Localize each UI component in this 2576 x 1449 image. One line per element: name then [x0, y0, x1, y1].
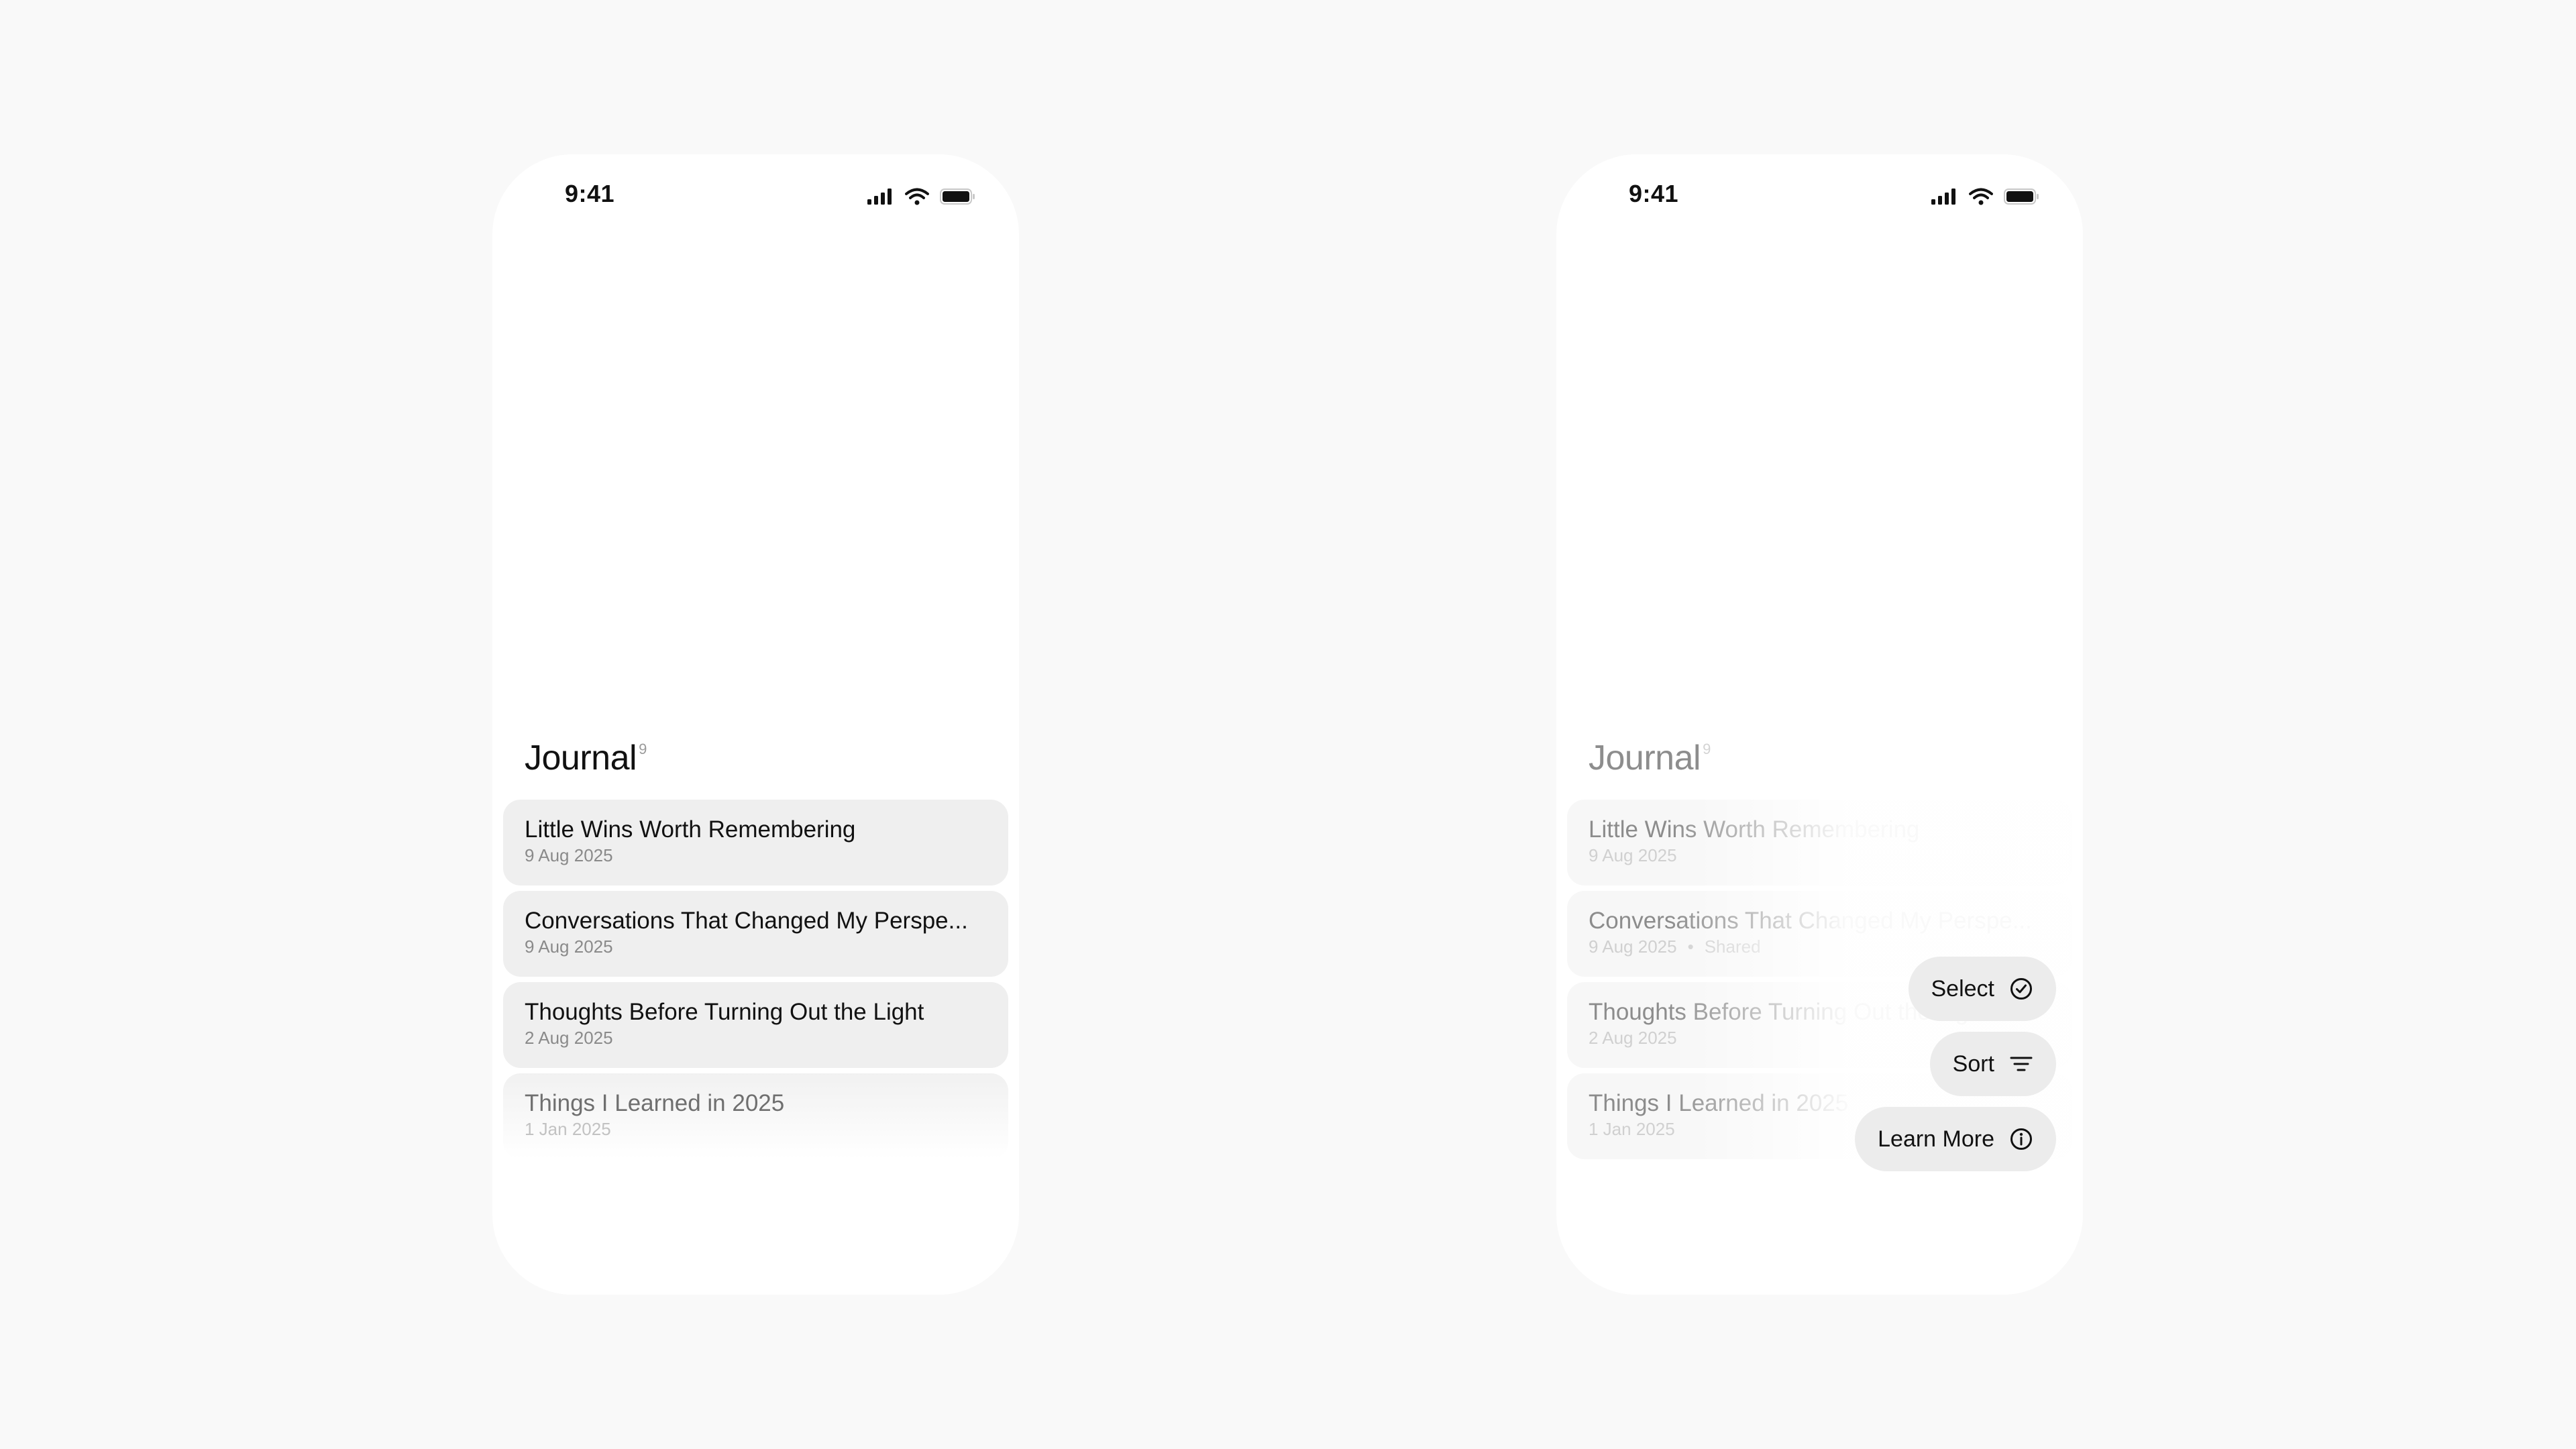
phone-screen-default: 9:41 Journal 9 Little Wins Worth Remembe…	[492, 154, 1019, 1295]
menu-item-label: Learn More	[1878, 1126, 1994, 1152]
entry-count: 9	[1703, 741, 1711, 757]
menu-item-label: Sort	[1952, 1051, 1994, 1077]
entry-date: 9 Aug 2025	[1589, 845, 1677, 865]
menu-item-label: Select	[1931, 975, 1995, 1002]
entry-meta: 9 Aug 2025	[525, 936, 1008, 957]
journal-header: Journal 9	[1589, 738, 1711, 778]
journal-header: Journal 9	[525, 738, 647, 778]
meta-separator-dot: •	[1687, 936, 1694, 957]
sort-lines-icon	[2010, 1057, 2033, 1071]
entry-meta: 1 Jan 2025	[525, 1119, 1008, 1140]
page-title: Journal	[1589, 739, 1701, 777]
entry-title: Conversations That Changed My Perspe...	[525, 908, 968, 934]
entry-date: 9 Aug 2025	[525, 936, 613, 957]
cellular-signal-icon	[867, 189, 892, 205]
journal-entry[interactable]: Little Wins Worth Remembering 9 Aug 2025	[1567, 800, 2072, 885]
menu-item-select[interactable]: Select	[1908, 957, 2056, 1021]
entry-title: Things I Learned in 2025	[525, 1090, 785, 1116]
entry-title: Little Wins Worth Remembering	[1589, 816, 1920, 843]
entry-date: 2 Aug 2025	[1589, 1028, 1677, 1048]
status-time: 9:41	[1629, 180, 1679, 207]
entry-title: Conversations That Changed My Perspe...	[1589, 908, 2032, 934]
status-bar: 9:41	[1556, 154, 2083, 235]
entry-date: 2 Aug 2025	[525, 1028, 613, 1048]
info-circle-icon	[2010, 1128, 2032, 1150]
phone-screen-menu-open: 9:41 Journal 9 Little Wins Worth Remembe…	[1556, 154, 2083, 1295]
journal-list: Little Wins Worth Remembering 9 Aug 2025…	[503, 800, 1008, 1165]
status-bar: 9:41	[492, 154, 1019, 235]
entry-meta: 9 Aug 2025 • Shared	[1589, 936, 2072, 957]
entry-date: 9 Aug 2025	[525, 845, 613, 865]
entry-date: 1 Jan 2025	[525, 1119, 611, 1139]
checkmark-circle-icon	[2010, 978, 2032, 1000]
journal-entry[interactable]: Little Wins Worth Remembering 9 Aug 2025	[503, 800, 1008, 885]
page-title: Journal	[525, 739, 637, 777]
status-time: 9:41	[565, 180, 615, 207]
menu-item-learn-more[interactable]: Learn More	[1855, 1107, 2056, 1171]
entry-meta: 9 Aug 2025	[525, 845, 1008, 866]
entry-date: 9 Aug 2025	[1589, 936, 1677, 957]
context-menu: Select Sort Learn More	[1855, 957, 2056, 1171]
menu-item-sort[interactable]: Sort	[1929, 1032, 2056, 1096]
entry-shared-label: Shared	[1704, 936, 1761, 957]
status-icons	[1931, 188, 2040, 205]
wifi-icon	[1969, 188, 1993, 205]
wifi-icon	[905, 188, 929, 205]
entry-title: Thoughts Before Turning Out the Light	[525, 999, 924, 1025]
entry-date: 1 Jan 2025	[1589, 1119, 1675, 1139]
journal-entry[interactable]: Conversations That Changed My Perspe... …	[503, 891, 1008, 977]
entry-title: Little Wins Worth Remembering	[525, 816, 856, 843]
battery-icon	[2004, 189, 2039, 205]
battery-icon	[940, 189, 975, 205]
cellular-signal-icon	[1931, 189, 1955, 205]
entry-meta: 9 Aug 2025	[1589, 845, 2072, 866]
entry-meta: 2 Aug 2025	[525, 1028, 1008, 1049]
journal-entry[interactable]: Thoughts Before Turning Out the Light 2 …	[503, 982, 1008, 1068]
entry-count: 9	[639, 741, 647, 757]
journal-entry[interactable]: Things I Learned in 2025 1 Jan 2025	[503, 1073, 1008, 1159]
status-icons	[867, 188, 976, 205]
